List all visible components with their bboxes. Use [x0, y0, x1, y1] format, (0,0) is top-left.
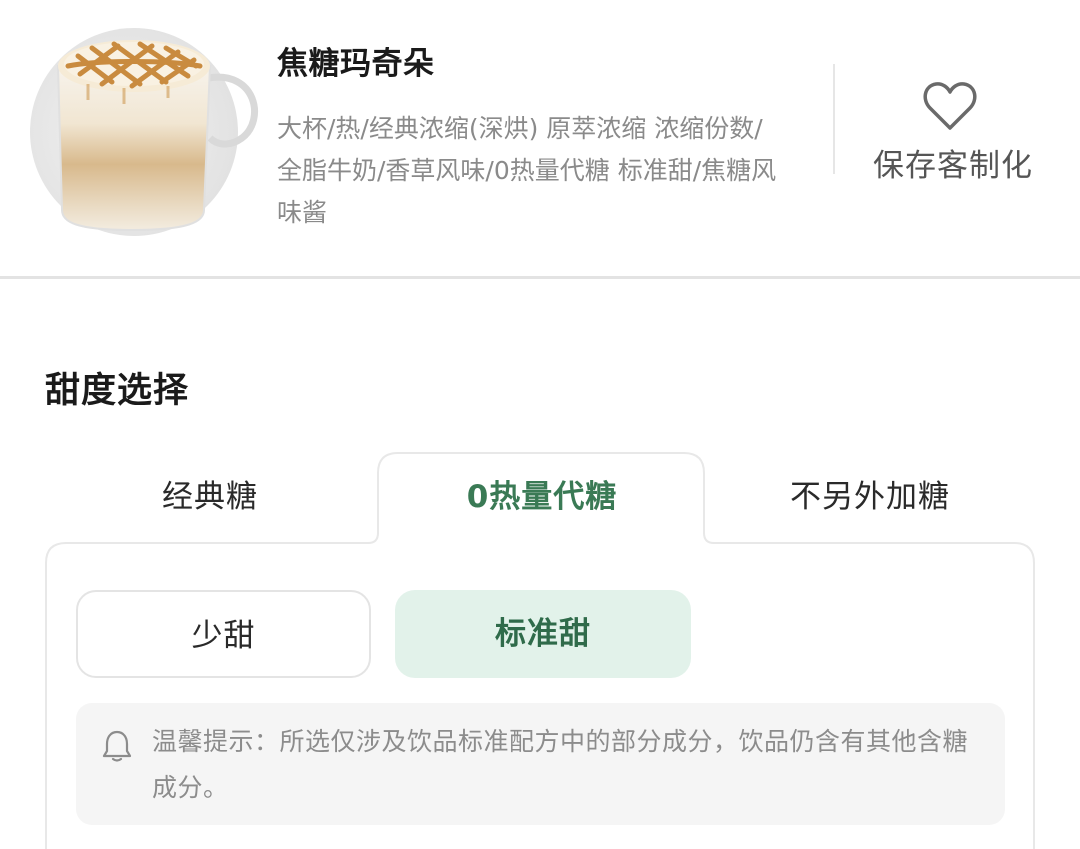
product-image [30, 28, 259, 236]
header-divider [833, 64, 835, 174]
save-customization-label: 保存客制化 [873, 148, 1033, 184]
tab-classic-sugar[interactable]: 经典糖 [60, 466, 360, 528]
tab-zero-calorie-sweetener[interactable]: 0热量代糖 [380, 466, 704, 528]
bell-icon [102, 730, 132, 762]
product-name: 焦糖玛奇朵 [277, 46, 435, 82]
sweetness-section-title: 甜度选择 [45, 371, 190, 411]
tab-no-added-sugar[interactable]: 不另外加糖 [720, 466, 1020, 528]
heart-outline-icon [923, 82, 977, 130]
product-header: 焦糖玛奇朵 大杯/热/经典浓缩(深烘) 原萃浓缩 浓缩份数/全脂牛奶/香草风味/… [0, 0, 1080, 277]
save-customization-button[interactable]: 保存客制化 [858, 78, 1048, 188]
tip-text: 温馨提示：所选仅涉及饮品标准配方中的部分成分，饮品仍含有其他含糖成分。 [152, 727, 969, 802]
section-divider [0, 276, 1080, 279]
product-spec: 大杯/热/经典浓缩(深烘) 原萃浓缩 浓缩份数/全脂牛奶/香草风味/0热量代糖 … [277, 114, 777, 227]
sweetness-level-light[interactable]: 少甜 [76, 590, 371, 678]
tip-box: 温馨提示：所选仅涉及饮品标准配方中的部分成分，饮品仍含有其他含糖成分。 [76, 703, 1005, 825]
sweetness-level-standard[interactable]: 标准甜 [395, 590, 691, 678]
